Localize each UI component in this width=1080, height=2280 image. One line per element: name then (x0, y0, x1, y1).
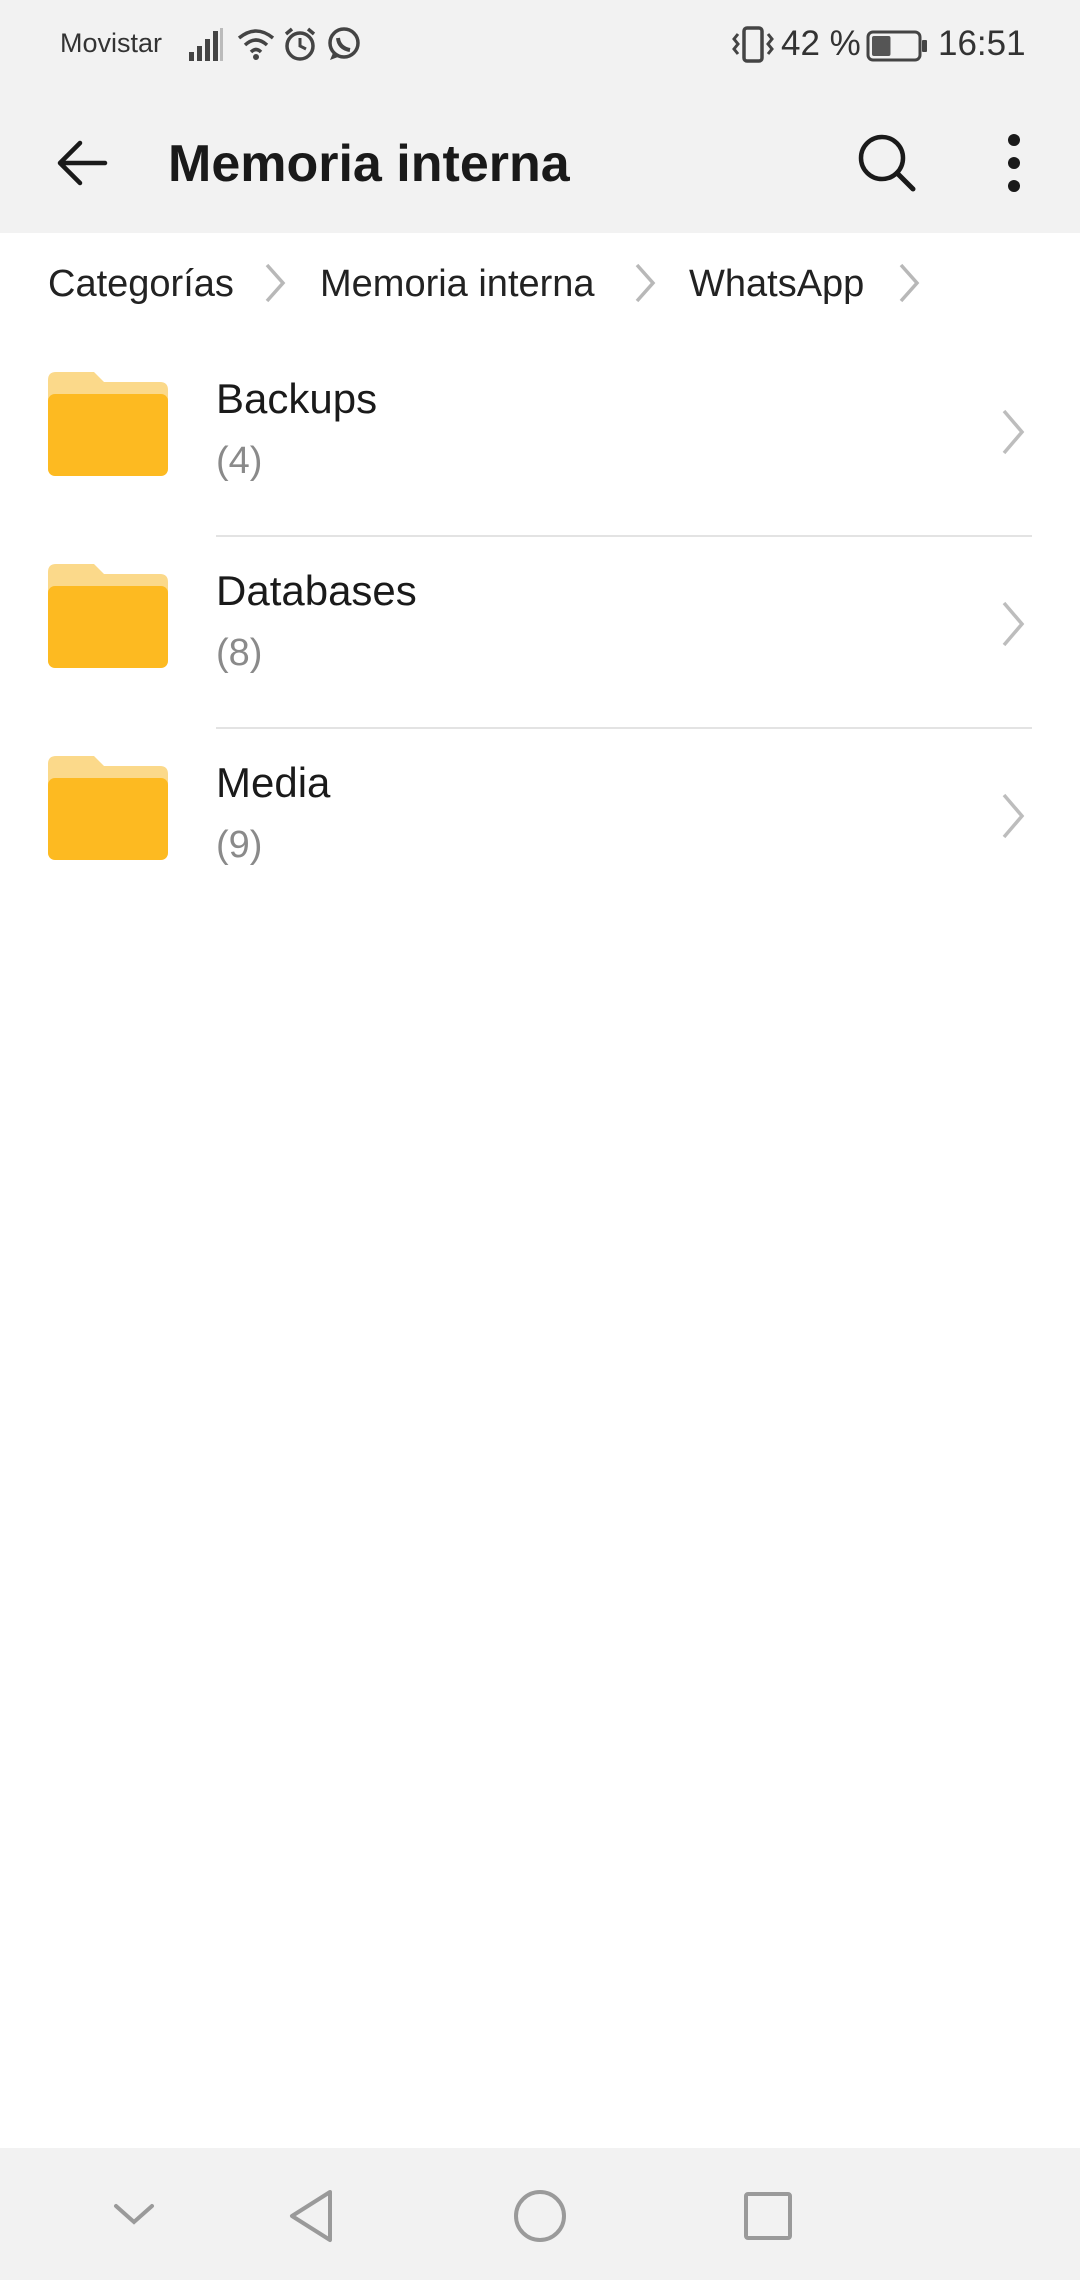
chevron-right-icon (998, 405, 1028, 464)
system-navigation-bar (0, 2148, 1080, 2280)
chevron-right-icon (998, 597, 1028, 656)
file-name: Databases (216, 567, 417, 614)
breadcrumb: Categorías Memoria interna WhatsApp (0, 233, 1080, 333)
chevron-right-icon (632, 259, 658, 312)
folder-icon (48, 372, 168, 481)
more-options-button[interactable] (986, 122, 1042, 204)
recents-square-icon (744, 2192, 792, 2240)
breadcrumb-item-memoria-interna[interactable]: Memoria interna (320, 263, 595, 306)
more-vertical-icon (1008, 134, 1020, 192)
file-count: (4) (216, 440, 263, 482)
status-time: 16:51 (938, 24, 1026, 63)
folder-icon (48, 564, 168, 673)
search-icon (858, 134, 916, 192)
whatsapp-icon (326, 26, 362, 67)
vibrate-icon (730, 26, 776, 69)
hide-nav-button[interactable] (104, 2184, 164, 2244)
battery-percent: 42 % (781, 24, 861, 63)
chevron-right-icon (896, 259, 922, 312)
status-bar: Movistar 42 % 16:51 (0, 0, 1080, 92)
nav-back-button[interactable] (280, 2184, 344, 2248)
breadcrumb-item-whatsapp[interactable]: WhatsApp (689, 263, 864, 306)
page-title: Memoria interna (168, 135, 570, 193)
carrier-name: Movistar (60, 28, 163, 58)
folder-icon (48, 756, 168, 865)
file-list: Backups (4) Databases (8) Media (9) (0, 345, 1080, 921)
home-circle-icon (514, 2190, 566, 2242)
file-count: (8) (216, 632, 263, 674)
nav-recents-button[interactable] (736, 2184, 800, 2248)
chevron-down-icon (114, 2204, 154, 2225)
arrow-left-icon (57, 140, 108, 186)
breadcrumb-item-categorias[interactable]: Categorías (48, 263, 234, 306)
file-count: (9) (216, 824, 263, 866)
app-header: Movistar 42 % 16:51 Memoria interna (0, 0, 1080, 233)
list-item-media[interactable]: Media (9) (0, 729, 1080, 921)
wifi-icon (236, 26, 276, 67)
nav-home-button[interactable] (508, 2184, 572, 2248)
back-button[interactable] (44, 124, 122, 202)
file-name: Media (216, 759, 331, 806)
chevron-right-icon (262, 259, 288, 312)
file-name: Backups (216, 375, 378, 422)
signal-icon (188, 26, 224, 67)
list-item-backups[interactable]: Backups (4) (0, 345, 1080, 537)
list-item-databases[interactable]: Databases (8) (0, 537, 1080, 729)
back-triangle-icon (290, 2190, 332, 2242)
toolbar: Memoria interna (0, 92, 1080, 233)
alarm-icon (282, 26, 318, 67)
chevron-right-icon (998, 789, 1028, 848)
battery-icon (866, 30, 928, 67)
search-button[interactable] (846, 122, 928, 204)
